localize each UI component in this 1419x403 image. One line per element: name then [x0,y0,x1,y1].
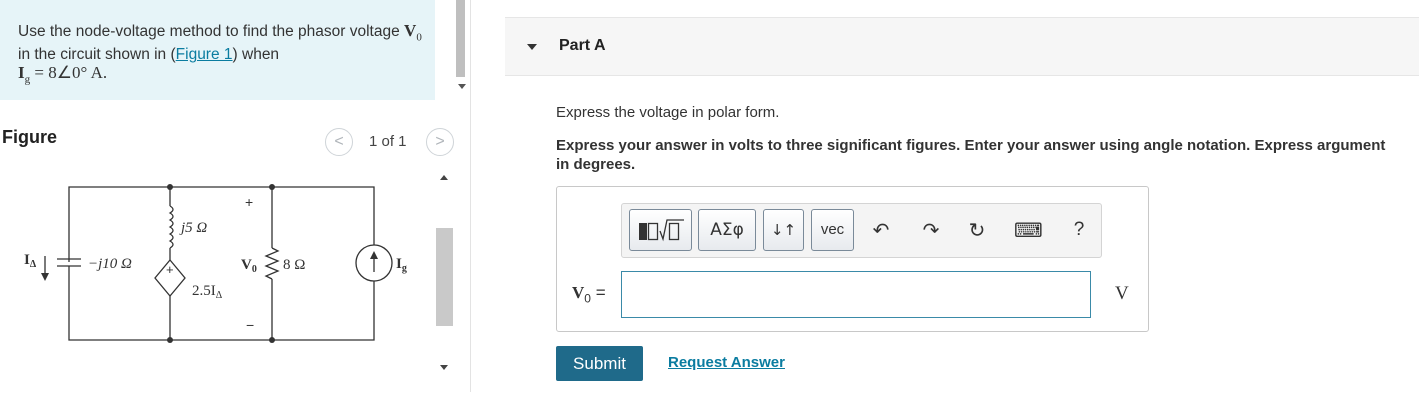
caret-down-icon[interactable] [527,44,537,50]
vo-symbol: V [404,21,417,40]
problem-text-start: Use the node-voltage method to find the … [18,23,405,40]
resistor-label: 8 Ω [283,257,305,273]
vo-minus-sign: − [246,317,254,333]
redo-icon[interactable]: ↷ [918,216,944,244]
inductor-label: j5 Ω [179,220,207,236]
greek-symbols-button[interactable]: ΑΣφ [698,209,756,251]
part-title: Part A [559,37,606,54]
vo-subscript: 0 [416,31,422,44]
math-toolbar: ΑΣφ ↓↑ vec ↶ ↷ ↻ ⌨ ? [621,203,1102,258]
problem-scrollbar[interactable] [453,0,469,100]
problem-statement-box: Use the node-voltage method to find the … [0,0,435,100]
pane-divider[interactable] [470,0,471,392]
chevron-right-icon: > [435,133,445,150]
keyboard-icon[interactable]: ⌨ [1014,216,1043,244]
scroll-down-arrow-icon[interactable] [440,365,448,370]
help-icon[interactable]: ? [1066,216,1092,244]
vo-plus-sign: + [245,194,253,210]
part-header[interactable]: Part A [505,17,1419,76]
figure-counter: 1 of 1 [369,133,407,150]
figure-title: Figure [2,127,58,147]
vo-label: V0 [241,257,257,275]
dep-source-label: 2.5IΔ [192,283,223,301]
answer-panel: ΑΣφ ↓↑ vec ↶ ↷ ↻ ⌨ ? V0 = V [556,186,1149,332]
problem-scrollbar-thumb[interactable] [456,0,465,77]
capacitor-label: −j10 Ω [88,256,132,272]
reset-icon[interactable]: ↻ [964,216,990,244]
scroll-up-arrow-icon[interactable] [440,175,448,180]
dep-source-plus: + [166,262,174,277]
i-delta-label: IΔ [24,252,37,270]
undo-icon[interactable]: ↶ [868,216,894,244]
instruction-detail: Express your answer in volts to three si… [556,137,1386,173]
submit-button[interactable]: Submit [556,346,643,381]
answer-input[interactable] [621,271,1091,318]
ig-expression: Ig = 8∠0° A. [18,63,108,86]
ig-label: Ig [396,256,407,274]
answer-unit: V [1115,283,1129,304]
request-answer-link[interactable]: Request Answer [668,354,785,371]
figure-link[interactable]: Figure 1 [176,46,233,63]
subscript-superscript-button[interactable]: ↓↑ [763,209,804,251]
vector-button[interactable]: vec [811,209,854,251]
figure-next-button[interactable]: > [426,128,454,156]
figure-scrollbar-thumb[interactable] [436,228,453,326]
figure-scrollbar[interactable] [433,170,455,380]
chevron-left-icon: < [334,133,344,150]
templates-button[interactable] [629,209,692,251]
scroll-down-arrow-icon[interactable] [458,84,466,89]
circuit-diagram: IΔ −j10 Ω j5 Ω + 2.5IΔ + − V0 8 Ω Ig [24,184,407,343]
answer-label: V0 = [572,283,606,306]
figure-prev-button[interactable]: < [325,128,353,156]
templates-icon [639,219,684,242]
problem-text: Use the node-voltage method to find the … [18,22,428,89]
problem-text-after: ) when [232,46,280,64]
problem-text-middle: in the circuit shown in ( [18,46,176,64]
instruction-text: Express the voltage in polar form. [556,104,780,121]
